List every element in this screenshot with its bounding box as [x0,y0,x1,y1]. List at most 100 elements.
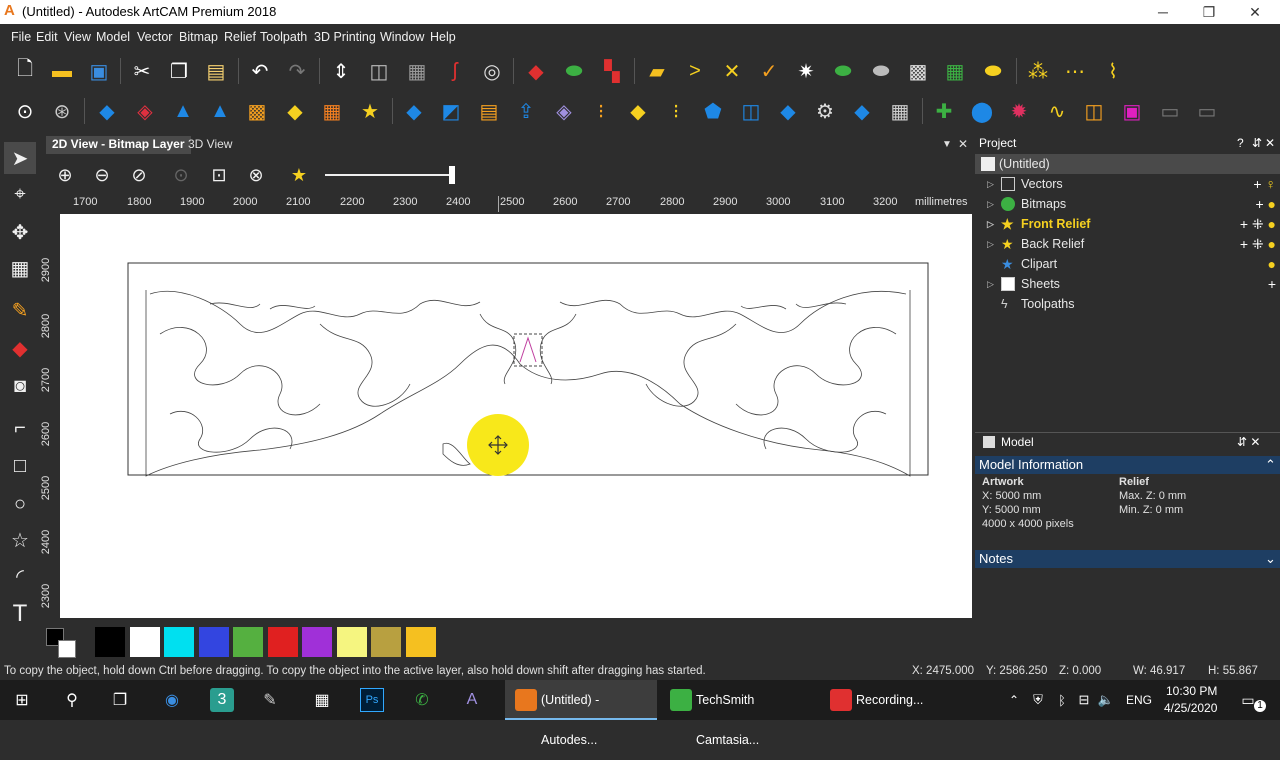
palette-swatch-olive[interactable] [371,627,401,657]
tab-close-icon[interactable]: ✕ [952,136,974,154]
palette-swatch-blue[interactable] [199,627,229,657]
tree-item-back-relief[interactable]: ▷ ★ Back Relief + ⁜ ● [975,234,1280,254]
star-folder-icon[interactable]: ★ [355,96,385,126]
vector-arrow-icon[interactable]: > [680,56,710,86]
palette-swatch-cyan[interactable] [164,627,194,657]
app-icon-1[interactable]: ◉ [160,688,184,712]
drawing-canvas[interactable] [60,214,972,618]
stack-icon[interactable]: ◫ [736,96,766,126]
plane-icon[interactable]: ◆ [399,96,429,126]
mark-tool-icon[interactable]: ✓ [754,56,784,86]
tree-item-front-relief[interactable]: ▷ ★ Front Relief + ⁜ ● [975,214,1280,234]
expand-icon[interactable]: ⌄ [1265,550,1276,568]
paint-brush-icon[interactable]: ✎ [4,294,36,326]
tab-2d-view[interactable]: 2D View - Bitmap Layer [46,136,191,154]
taskbar-app-artcam[interactable]: (Untitled) - Autodes... [505,680,657,747]
mirror-icon[interactable]: ◫ [1079,96,1109,126]
cross-tool-icon[interactable]: ✕ [717,56,747,86]
diamond-icon[interactable]: ◆ [92,96,122,126]
color-grid-icon[interactable]: ▚ [597,56,627,86]
star-icon[interactable]: ☆ [4,524,36,556]
relief-green-icon[interactable]: ⬬ [828,56,858,86]
menu-vector[interactable]: Vector [137,30,172,44]
palette-swatch-purple[interactable] [302,627,332,657]
blue-tile-icon[interactable]: ◆ [773,96,803,126]
redo-icon[interactable]: ↷ [282,56,312,86]
layers-green-icon[interactable]: ⬬ [559,56,589,86]
panel-close-icon[interactable]: ✕ [1265,134,1275,152]
star-burst-icon[interactable]: ✷ [791,56,821,86]
taskbar-app-camtasia[interactable]: TechSmith Camtasia... [660,680,816,747]
bluetooth-icon[interactable]: ᛒ [1050,688,1074,712]
vector-artwork[interactable] [60,214,972,618]
tab-3d-view[interactable]: 3D View [182,136,238,154]
texture-icon[interactable]: ▦ [402,56,432,86]
tray-shield-icon[interactable]: ⛨ [1026,688,1050,712]
layers-purple-icon[interactable]: ◈ [549,96,579,126]
palette-swatch-red[interactable] [268,627,298,657]
globe-icon[interactable]: ⊛ [47,96,77,126]
new-file-icon[interactable]: 🗋 [10,56,40,86]
secondary-color-swatch[interactable] [58,640,76,658]
tree-item-sheets[interactable]: ▷ Sheets + [975,274,1280,294]
polyline-icon[interactable]: ⌐ [4,412,36,444]
zoom-in-icon[interactable]: ⊕ [52,162,78,188]
restore-button[interactable]: ❐ [1186,0,1232,24]
add-icon[interactable]: + ♀ [1253,174,1276,194]
highlight-star-icon[interactable]: ★ [286,162,312,188]
undo-icon[interactable]: ↶ [245,56,275,86]
taskbar-app-recording[interactable]: Recording... [820,680,930,720]
tree-item-untitled[interactable]: (Untitled) [975,154,1280,174]
dot-small-icon[interactable]: ⁝ [661,96,691,126]
eraser-icon[interactable]: ◆ [521,56,551,86]
calculator-icon[interactable]: ▦ [310,688,334,712]
menu-3d-printing[interactable]: 3D Printing [314,30,376,44]
circle-icon[interactable]: ○ [4,488,36,520]
menu-bitmap[interactable]: Bitmap [179,30,218,44]
zoom-previous-icon[interactable]: ⊘ [126,162,152,188]
save-icon[interactable]: ▣ [84,56,114,86]
tree-item-clipart[interactable]: ★ Clipart ● [975,254,1280,274]
notes-header[interactable]: Notes ⌄ [975,550,1280,568]
task-view-icon[interactable]: ❐ [108,688,132,712]
prism-icon[interactable]: ▲ [168,96,198,126]
erase-icon[interactable]: ◙ [4,370,36,402]
zoom-slider-track[interactable] [325,174,453,176]
expand-arrow-icon[interactable]: ▷ [987,194,994,214]
network-icon[interactable]: ⊟ [1072,688,1096,712]
paste-icon[interactable]: ▤ [201,56,231,86]
menu-model[interactable]: Model [96,30,130,44]
split-icon[interactable]: ◩ [436,96,466,126]
fill-icon[interactable]: ◆ [4,332,36,364]
magnet-icon[interactable]: ʃ [440,56,470,86]
menu-toolpath[interactable]: Toolpath [260,30,307,44]
stripes-icon[interactable]: ▤ [474,96,504,126]
zoom-slider-handle[interactable] [449,166,455,184]
add-icon[interactable]: + ⁜ ● [1240,234,1276,254]
photoshop-icon[interactable]: Ps [360,688,384,712]
text-icon[interactable]: T [4,598,36,630]
collapse-icon[interactable]: ⌃ [1265,456,1276,474]
tree-item-toolpaths[interactable]: ϟ Toolpaths [975,294,1280,314]
zoom-out-icon[interactable]: ⊖ [89,162,115,188]
weave-icon[interactable]: ▩ [242,96,272,126]
add-icon[interactable]: + ● [1255,194,1276,214]
menu-window[interactable]: Window [380,30,424,44]
tree-item-bitmaps[interactable]: ▷ Bitmaps + ● [975,194,1280,214]
nodes-line-icon[interactable]: ⌇ [1098,56,1128,86]
start-icon[interactable]: ⊞ [10,688,34,712]
pink-square-icon[interactable]: ▣ [1117,96,1147,126]
palette-swatch-black[interactable] [95,627,125,657]
expand-arrow-icon[interactable]: ▷ [987,234,994,254]
add-green-icon[interactable]: ✚ [929,96,959,126]
gear-pink-icon[interactable]: ✹ [1004,96,1034,126]
relief-yellow-icon[interactable]: ⬬ [978,56,1008,86]
arc-icon[interactable]: ◜ [4,560,36,592]
tilt-icon[interactable]: ⬟ [698,96,728,126]
sphere-icon[interactable]: ◎ [477,56,507,86]
clock-date[interactable]: 4/25/2020 [1164,701,1217,715]
node-edit-icon[interactable]: ⌖ [4,178,36,210]
add-icon[interactable]: + [1268,274,1276,294]
copy-icon[interactable]: ❐ [164,56,194,86]
model-pin-icon[interactable]: ⇵ ✕ [1237,433,1260,451]
